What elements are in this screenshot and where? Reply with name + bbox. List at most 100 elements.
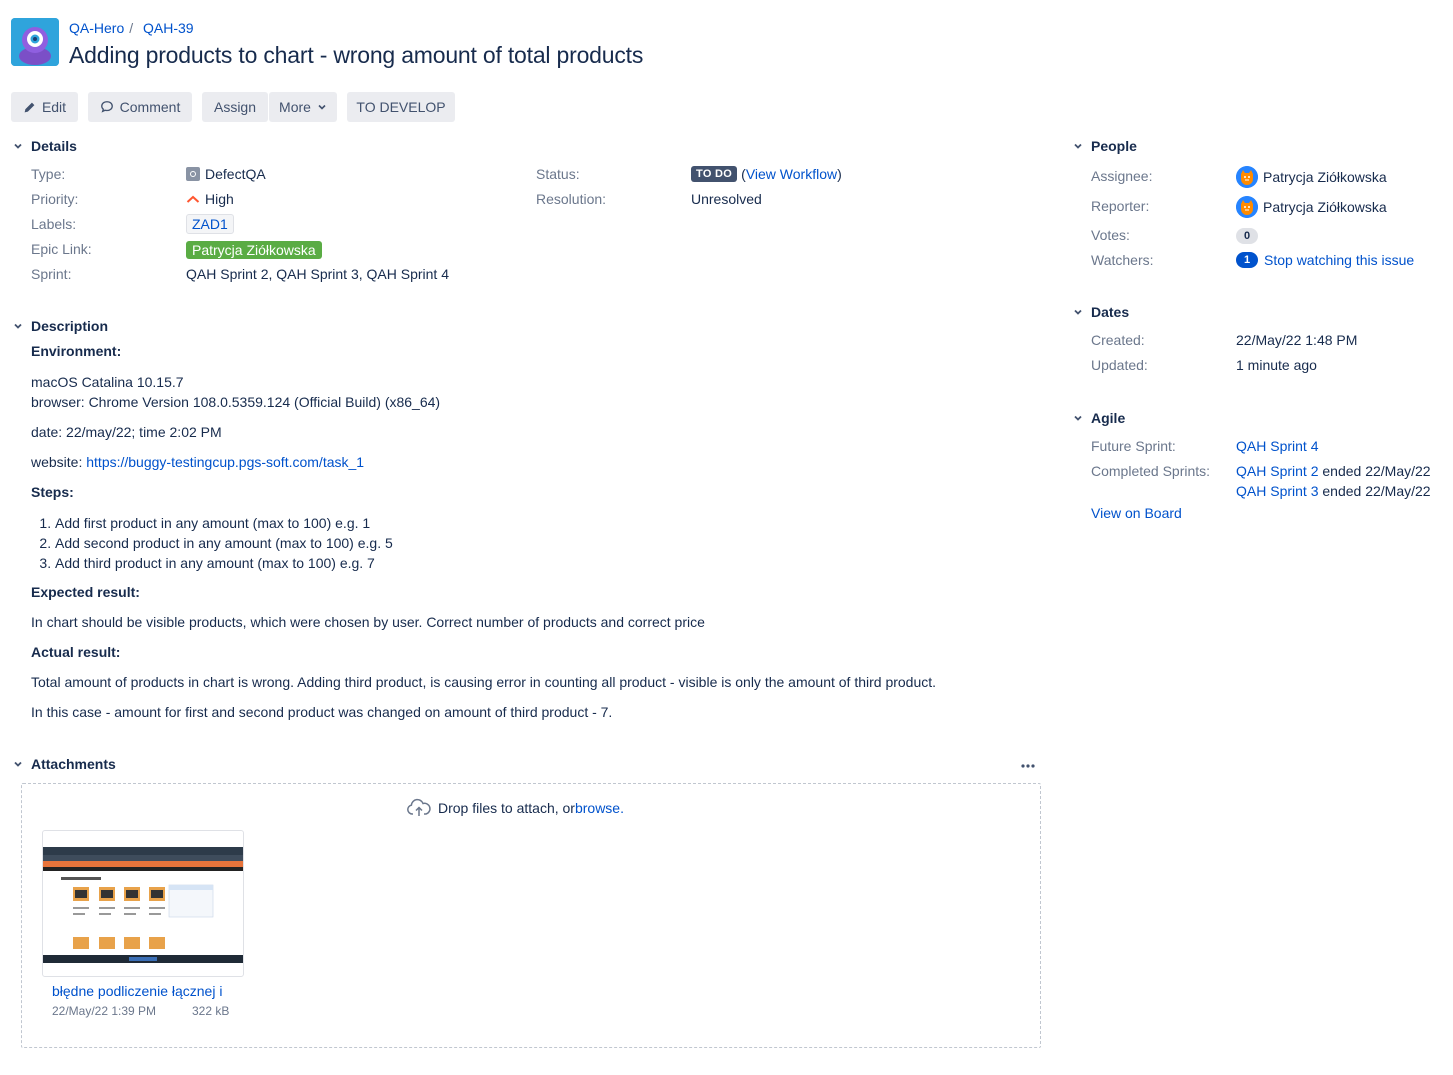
agile-section-toggle[interactable]: Agile — [1071, 410, 1125, 426]
breadcrumb: QA-Hero / QAH-39 — [69, 20, 194, 36]
created-label: Created: — [1091, 332, 1145, 348]
status-label: Status: — [536, 166, 580, 182]
status-value: TO DO (View Workflow) — [691, 166, 842, 182]
votes-label: Votes: — [1091, 227, 1130, 243]
sprint-value: QAH Sprint 2, QAH Sprint 3, QAH Sprint 4 — [186, 266, 449, 282]
view-on-board-link[interactable]: View on Board — [1091, 505, 1182, 521]
assign-button-label: Assign — [213, 99, 257, 115]
watchers-count-badge[interactable]: 1 — [1236, 252, 1258, 268]
pencil-icon — [24, 102, 35, 112]
epic-link-chip[interactable]: Patrycja Ziółkowska — [186, 241, 322, 259]
attachments-section-toggle[interactable]: Attachments — [11, 756, 116, 772]
view-workflow-link[interactable]: View Workflow — [746, 166, 837, 182]
labels-label: Labels: — [31, 216, 77, 232]
agile-heading: Agile — [1091, 410, 1126, 426]
steps-heading: Steps: — [31, 484, 74, 500]
completed-sprint-link[interactable]: QAH Sprint 3 — [1236, 483, 1318, 499]
attachment-preview-image — [43, 847, 243, 963]
epic-link-label: Epic Link: — [31, 241, 92, 257]
breadcrumb-issue-key-link[interactable]: QAH-39 — [143, 20, 194, 36]
breadcrumb-separator: / — [129, 20, 134, 36]
epic-link-value: Patrycja Ziółkowska — [186, 241, 322, 259]
environment-date: date: 22/may/22; time 2:02 PM — [31, 424, 222, 440]
drop-zone-text: Drop files to attach, or browse. — [406, 798, 624, 818]
completed-sprint-row: QAH Sprint 3 ended 22/May/22 — [1236, 483, 1431, 499]
edit-button[interactable]: Edit — [11, 92, 78, 122]
chevron-down-icon — [1071, 411, 1085, 425]
reporter-label: Reporter: — [1091, 198, 1150, 214]
website-label: website: — [31, 454, 87, 470]
drop-files-text: Drop files to attach, or — [438, 800, 575, 816]
attachment-date: 22/May/22 1:39 PM — [52, 1004, 157, 1018]
expected-heading-text: Expected result: — [31, 584, 140, 600]
avatar — [1236, 166, 1258, 188]
more-button[interactable]: More — [269, 92, 337, 122]
environment-heading-text: Environment: — [31, 343, 122, 359]
actual-heading-text: Actual result: — [31, 644, 121, 660]
chevron-down-icon — [11, 319, 25, 333]
issue-title[interactable]: Adding products to chart - wrong amount … — [69, 42, 643, 69]
project-avatar[interactable] — [11, 18, 59, 66]
details-section-toggle[interactable]: Details — [11, 138, 77, 154]
steps-heading-text: Steps: — [31, 484, 74, 500]
assignee-name: Patrycja Ziółkowska — [1263, 169, 1387, 185]
to-develop-button[interactable]: TO DEVELOP — [347, 92, 455, 122]
chevron-down-icon — [11, 139, 25, 153]
attachment-thumbnail[interactable] — [42, 830, 244, 977]
paren-close: ) — [837, 166, 842, 182]
dates-heading: Dates — [1091, 304, 1130, 320]
description-heading: Description — [31, 318, 109, 334]
more-button-label: More — [279, 99, 311, 115]
resolution-value: Unresolved — [691, 191, 762, 207]
expected-heading: Expected result: — [31, 584, 140, 600]
completed-sprint-ended: ended 22/May/22 — [1318, 463, 1431, 479]
step-item: Add second product in any amount (max to… — [55, 533, 393, 553]
assignee-value[interactable]: Patrycja Ziółkowska — [1236, 166, 1387, 188]
actual-heading: Actual result: — [31, 644, 120, 660]
browse-link[interactable]: browse. — [575, 800, 624, 816]
priority-value-text: High — [205, 191, 234, 207]
step-item: Add third product in any amount (max to … — [55, 553, 393, 573]
label-chip[interactable]: ZAD1 — [186, 214, 234, 234]
assignee-label: Assignee: — [1091, 168, 1153, 184]
people-section-toggle[interactable]: People — [1071, 138, 1137, 154]
status-badge: TO DO — [691, 166, 738, 182]
website-link[interactable]: https://buggy-testingcup.pgs-soft.com/ta… — [86, 454, 364, 470]
created-value: 22/May/22 1:48 PM — [1236, 332, 1358, 348]
votes-value[interactable]: 0 — [1236, 228, 1258, 244]
attachment-size: 322 kB — [192, 1004, 230, 1018]
breadcrumb-project-link[interactable]: QA-Hero — [69, 20, 124, 36]
reporter-name: Patrycja Ziółkowska — [1263, 199, 1387, 215]
environment-os: macOS Catalina 10.15.7 — [31, 374, 184, 390]
completed-sprints-label: Completed Sprints: — [1091, 463, 1211, 479]
actual-text-1: Total amount of products in chart is wro… — [31, 674, 937, 690]
people-heading: People — [1091, 138, 1137, 154]
environment-browser: browser: Chrome Version 108.0.5359.124 (… — [31, 394, 441, 410]
priority-label: Priority: — [31, 191, 79, 207]
type-value: DefectQA — [186, 166, 266, 182]
description-section-toggle[interactable]: Description — [11, 318, 108, 334]
chevron-down-icon — [11, 757, 25, 771]
sprint-label: Sprint: — [31, 266, 72, 282]
more-options-icon[interactable] — [1018, 756, 1038, 774]
edit-button-label: Edit — [41, 99, 67, 115]
comment-button[interactable]: Comment — [88, 92, 192, 122]
cloud-upload-icon — [407, 798, 431, 816]
labels-value: ZAD1 — [186, 214, 234, 234]
attachment-file-name[interactable]: błędne podliczenie łącznej i — [52, 983, 230, 999]
type-value-text: DefectQA — [205, 166, 266, 182]
environment-heading: Environment: — [31, 343, 121, 359]
assign-button[interactable]: Assign — [202, 92, 268, 122]
priority-value: High — [186, 191, 234, 207]
dates-section-toggle[interactable]: Dates — [1071, 304, 1129, 320]
future-sprint-link[interactable]: QAH Sprint 4 — [1236, 438, 1318, 454]
type-label: Type: — [31, 166, 66, 182]
reporter-value[interactable]: Patrycja Ziółkowska — [1236, 196, 1387, 218]
stop-watching-link[interactable]: Stop watching this issue — [1264, 252, 1414, 268]
chevron-down-icon — [318, 104, 326, 110]
watchers-label: Watchers: — [1091, 252, 1154, 268]
resolution-label: Resolution: — [536, 191, 607, 207]
priority-high-icon — [186, 195, 200, 203]
completed-sprint-link[interactable]: QAH Sprint 2 — [1236, 463, 1318, 479]
actual-text-2: In this case - amount for first and seco… — [31, 704, 613, 720]
